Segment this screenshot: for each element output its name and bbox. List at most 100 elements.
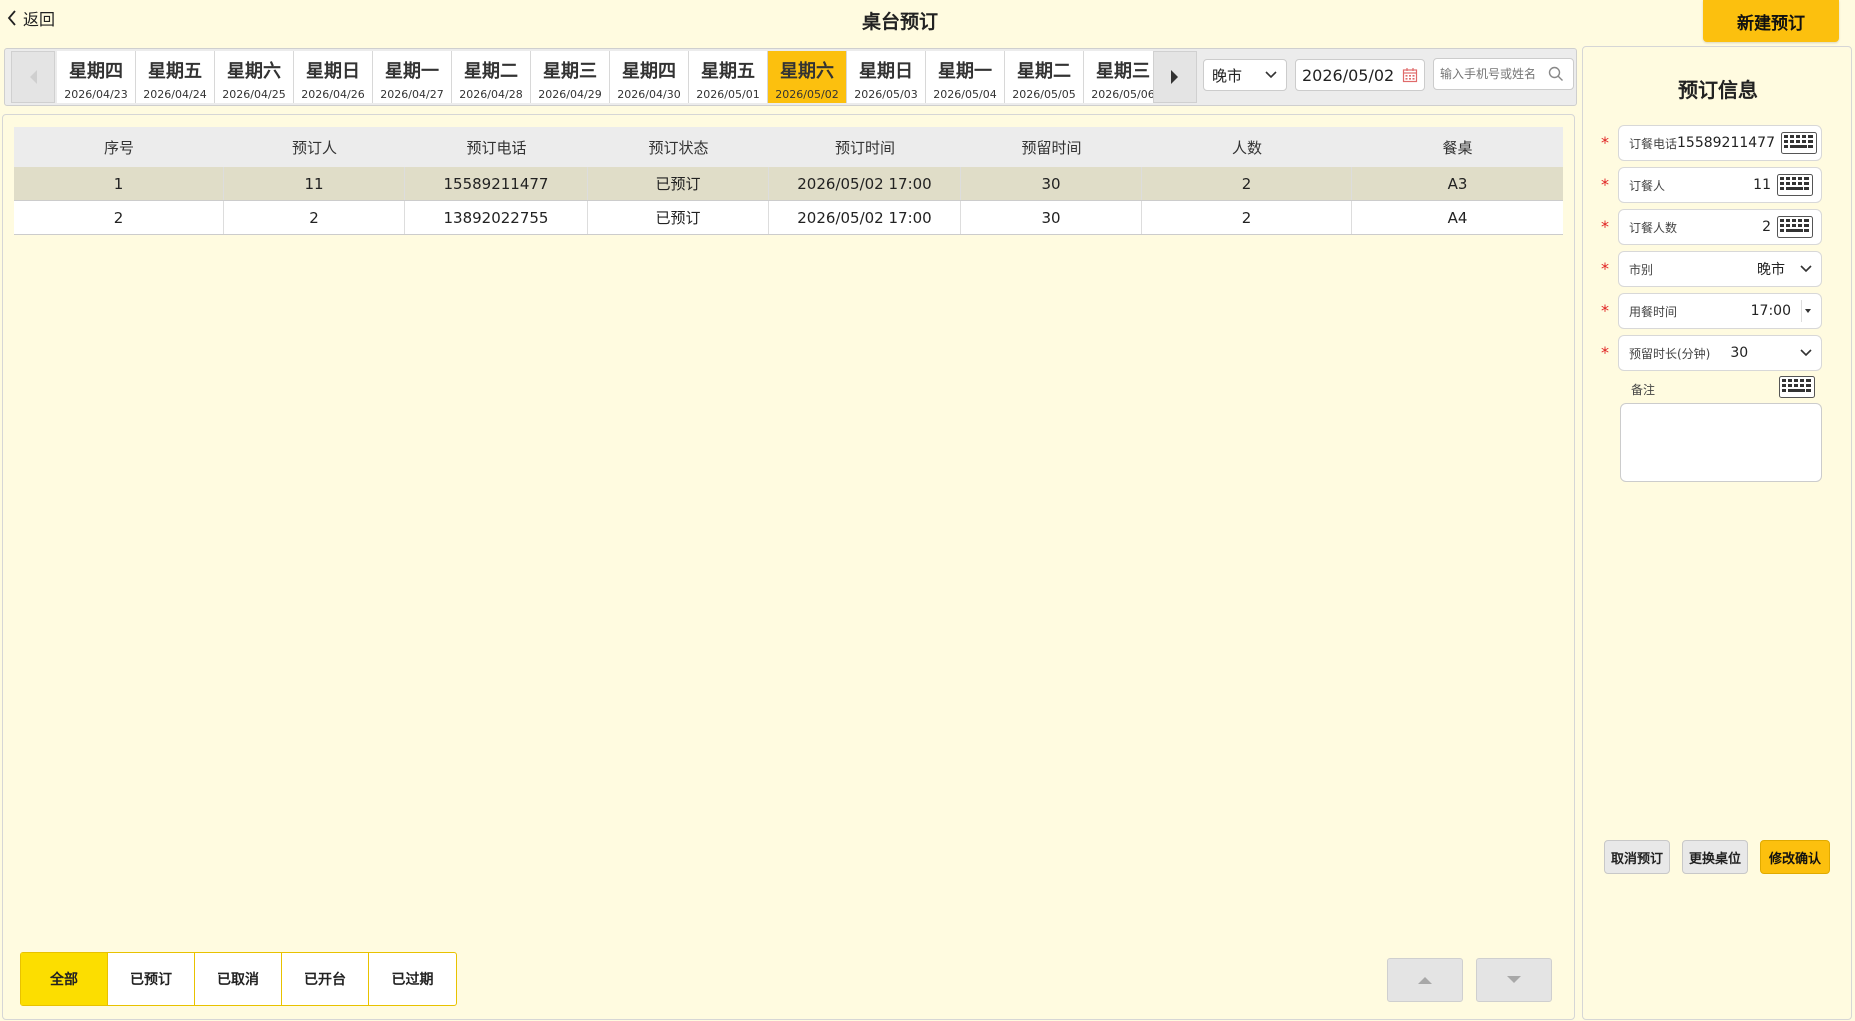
booker-field[interactable]: 订餐人 11 bbox=[1618, 167, 1822, 203]
search-icon[interactable] bbox=[1548, 66, 1564, 82]
day-tab[interactable]: 星期三 2026/05/06 bbox=[1084, 51, 1153, 103]
dining-time-field[interactable]: 用餐时间 17:00 bbox=[1618, 293, 1822, 329]
day-tab[interactable]: 星期二 2026/05/05 bbox=[1005, 51, 1084, 103]
column-header: 人数 bbox=[1231, 138, 1262, 157]
day-tab-date: 2026/05/01 bbox=[696, 88, 760, 101]
new-booking-button[interactable]: 新建预订 bbox=[1703, 0, 1839, 42]
meal-period-select[interactable]: 晚市 bbox=[1203, 59, 1287, 91]
column-header: 预订人 bbox=[291, 138, 337, 157]
caret-down-icon bbox=[1804, 309, 1811, 313]
change-table-button[interactable]: 更换桌位 bbox=[1682, 840, 1748, 874]
table-cell: 13892022755 bbox=[405, 201, 588, 234]
hold-time-value: 30 bbox=[1730, 345, 1749, 361]
search-input[interactable] bbox=[1440, 67, 1548, 81]
meal-period-field[interactable]: 市别 晚市 bbox=[1618, 251, 1822, 287]
day-tabs: 星期四 2026/04/23 星期五 2026/04/24 星期六 2026/04/25 星… bbox=[57, 51, 1153, 103]
day-tab-weekday: 星期六 bbox=[780, 61, 834, 82]
meal-period-value: 晚市 bbox=[1212, 66, 1243, 85]
booking-list-panel: 序号 预订人 预订电话 预订状态 预订时间 预留时间 人数 餐桌 1 11 15589211477… bbox=[2, 114, 1575, 1020]
date-picker-value: 2026/05/02 bbox=[1302, 65, 1395, 85]
caret-up-icon bbox=[1418, 977, 1432, 984]
caret-right-icon bbox=[1171, 70, 1178, 84]
next-week-button[interactable] bbox=[1153, 51, 1197, 103]
meal-value: 晚市 bbox=[1757, 262, 1785, 278]
keyboard-icon[interactable] bbox=[1777, 216, 1813, 238]
required-mark: * bbox=[1601, 301, 1609, 320]
table-cell: 1 bbox=[14, 167, 224, 200]
hold-time-label: 预留时长(分钟) bbox=[1629, 346, 1711, 361]
day-tab-date: 2026/05/02 bbox=[775, 88, 839, 101]
day-tab[interactable]: 星期五 2026/05/01 bbox=[689, 51, 768, 103]
table-cell: 已预订 bbox=[588, 167, 769, 200]
day-tab-weekday: 星期一 bbox=[938, 61, 992, 82]
day-tab[interactable]: 星期四 2026/04/23 bbox=[57, 51, 136, 103]
table-header: 序号 预订人 预订电话 预订状态 预订时间 预留时间 人数 餐桌 bbox=[14, 127, 1563, 167]
table-cell: 2 bbox=[1142, 201, 1352, 234]
cancel-booking-button[interactable]: 取消预订 bbox=[1604, 840, 1670, 874]
day-tab[interactable]: 星期一 2026/04/27 bbox=[373, 51, 452, 103]
day-tab[interactable]: 星期六 2026/05/02 bbox=[768, 51, 847, 103]
status-filter-button[interactable]: 全部 bbox=[21, 953, 108, 1005]
guests-row: * 订餐人数 2 bbox=[1583, 209, 1853, 245]
table-cell: 30 bbox=[961, 167, 1142, 200]
page-down-button[interactable] bbox=[1476, 958, 1552, 1002]
day-tab-date: 2026/04/24 bbox=[143, 88, 207, 101]
status-filter-button[interactable]: 已预订 bbox=[108, 953, 195, 1005]
header-bar: 返回 桌台预订 新建预订 bbox=[0, 0, 1855, 42]
keyboard-icon[interactable] bbox=[1777, 174, 1813, 196]
day-tab-date: 2026/04/29 bbox=[538, 88, 602, 101]
date-picker[interactable]: 2026/05/02 bbox=[1295, 59, 1425, 91]
status-filter-button[interactable]: 已取消 bbox=[195, 953, 282, 1005]
time-spinner[interactable] bbox=[1801, 300, 1813, 322]
table-cell: 2 bbox=[14, 201, 224, 234]
day-tab[interactable]: 星期一 2026/05/04 bbox=[926, 51, 1005, 103]
day-tab[interactable]: 星期六 2026/04/25 bbox=[215, 51, 294, 103]
status-filter-bar: 全部 已预订 已取消 已开台 已过期 bbox=[20, 952, 457, 1006]
booker-value: 11 bbox=[1753, 177, 1771, 193]
note-textarea[interactable] bbox=[1620, 403, 1822, 482]
day-tab-weekday: 星期五 bbox=[701, 61, 755, 82]
day-tab[interactable]: 星期二 2026/04/28 bbox=[452, 51, 531, 103]
required-mark: * bbox=[1601, 175, 1609, 194]
keyboard-icon[interactable] bbox=[1781, 132, 1817, 154]
booker-row: * 订餐人 11 bbox=[1583, 167, 1853, 203]
table-cell: 2026/05/02 17:00 bbox=[769, 167, 961, 200]
phone-label: 订餐电话 bbox=[1629, 136, 1678, 151]
day-tab-weekday: 星期一 bbox=[385, 61, 439, 82]
day-tab-date: 2026/04/23 bbox=[64, 88, 128, 101]
page-title: 桌台预订 bbox=[861, 11, 938, 33]
confirm-modify-button[interactable]: 修改确认 bbox=[1760, 840, 1830, 874]
status-filter-button[interactable]: 已开台 bbox=[282, 953, 369, 1005]
guests-field[interactable]: 订餐人数 2 bbox=[1618, 209, 1822, 245]
chevron-down-icon[interactable] bbox=[1799, 264, 1813, 274]
chevron-down-icon[interactable] bbox=[1799, 348, 1813, 358]
hold-time-field[interactable]: 预留时长(分钟) 30 bbox=[1618, 335, 1822, 371]
table-cell: 已预订 bbox=[588, 201, 769, 234]
prev-week-button[interactable] bbox=[11, 51, 55, 103]
status-filter-button[interactable]: 已过期 bbox=[369, 953, 456, 1005]
caret-left-icon bbox=[30, 70, 37, 84]
day-tab-weekday: 星期二 bbox=[464, 61, 518, 82]
table-cell: 15589211477 bbox=[405, 167, 588, 200]
day-tab[interactable]: 星期五 2026/04/24 bbox=[136, 51, 215, 103]
note-label: 备注 bbox=[1631, 383, 1656, 397]
table-row[interactable]: 1 11 15589211477 已预订 2026/05/02 17:00 30 2 A3 bbox=[14, 167, 1563, 201]
column-header: 餐桌 bbox=[1442, 138, 1473, 157]
table-row[interactable]: 2 2 13892022755 已预订 2026/05/02 17:00 30 2 A4 bbox=[14, 201, 1563, 235]
page-up-button[interactable] bbox=[1387, 958, 1463, 1002]
guests-label: 订餐人数 bbox=[1629, 220, 1678, 235]
day-tab-weekday: 星期六 bbox=[227, 61, 281, 82]
table-cell: 2 bbox=[224, 201, 405, 234]
day-tab[interactable]: 星期三 2026/04/29 bbox=[531, 51, 610, 103]
day-tab[interactable]: 星期日 2026/04/26 bbox=[294, 51, 373, 103]
search-box bbox=[1433, 58, 1574, 90]
day-tab[interactable]: 星期日 2026/05/03 bbox=[847, 51, 926, 103]
column-header: 预订电话 bbox=[466, 138, 527, 157]
dining-time-value: 17:00 bbox=[1750, 303, 1791, 319]
column-header: 序号 bbox=[103, 138, 134, 157]
hold-time-row: * 预留时长(分钟) 30 bbox=[1583, 335, 1853, 371]
keyboard-icon[interactable] bbox=[1779, 376, 1815, 398]
required-mark: * bbox=[1601, 259, 1609, 278]
day-tab[interactable]: 星期四 2026/04/30 bbox=[610, 51, 689, 103]
phone-field[interactable]: 订餐电话 15589211477 bbox=[1618, 125, 1822, 161]
